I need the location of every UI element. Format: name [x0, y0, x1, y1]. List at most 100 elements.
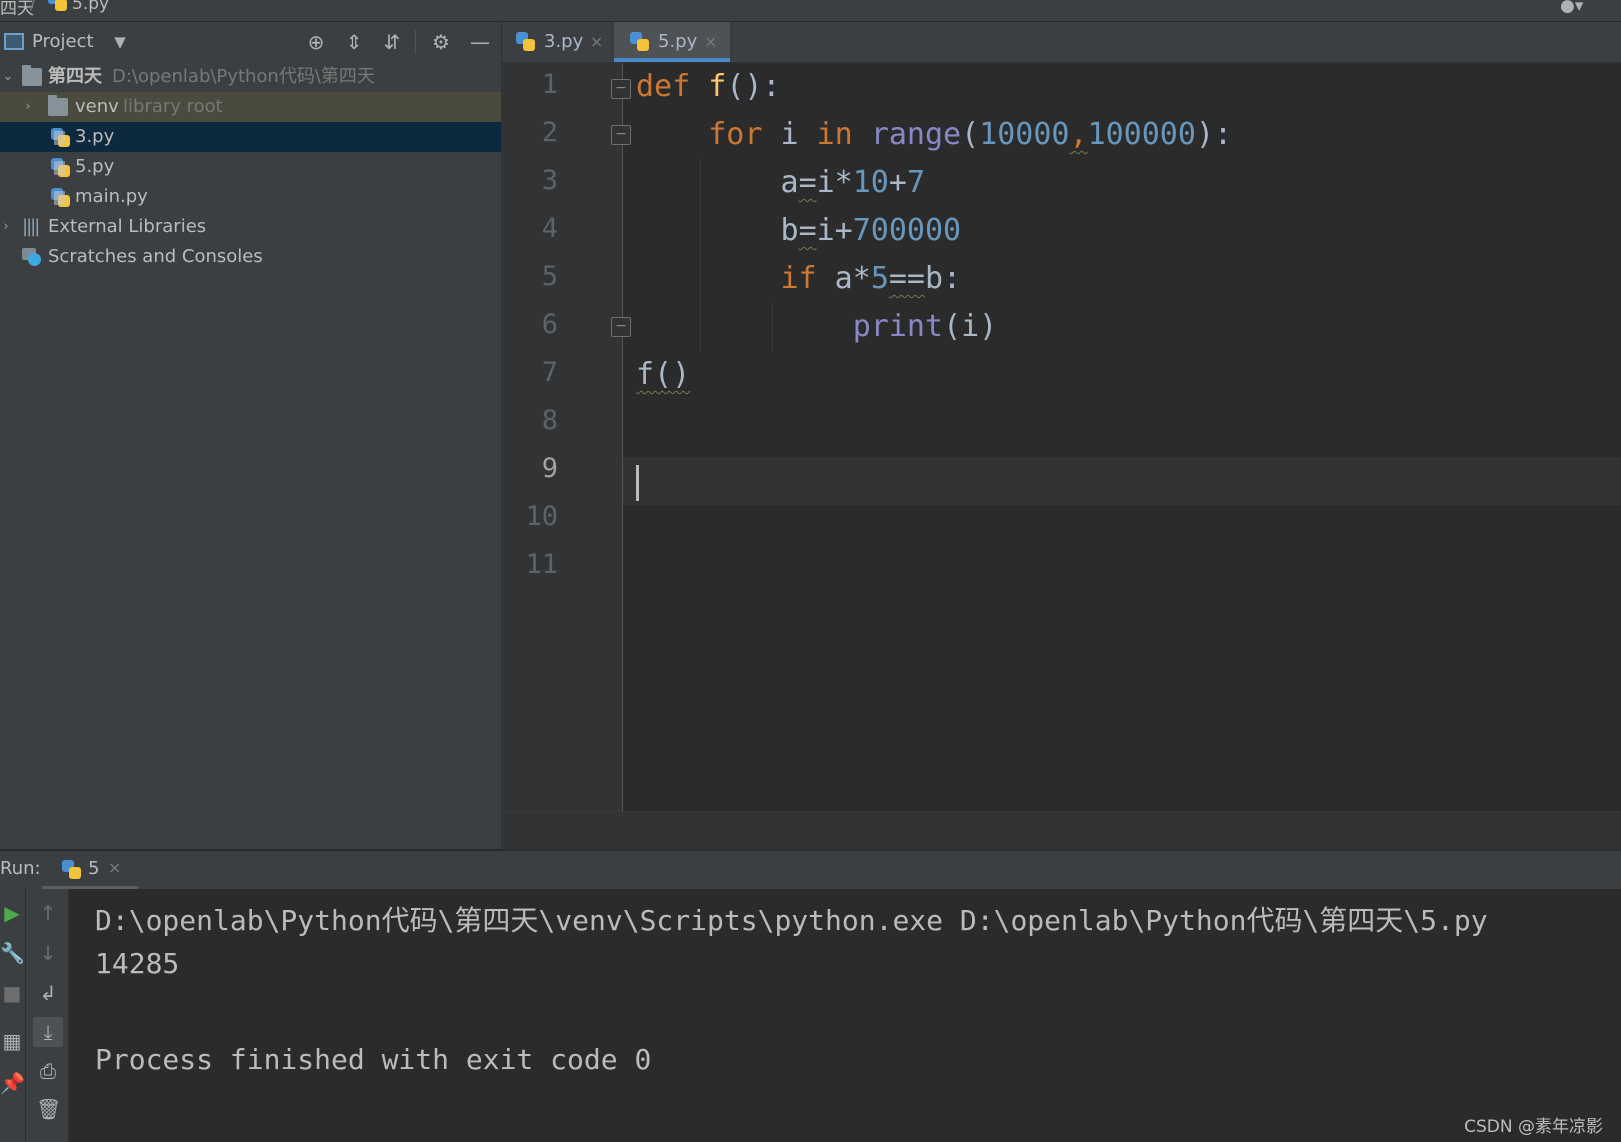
tree-item-scratches[interactable]: Scratches and Consoles — [0, 242, 501, 272]
pin-icon[interactable]: 📌 — [0, 1071, 25, 1095]
chevron-right-icon[interactable]: › — [20, 92, 36, 122]
tree-item-label: 第四天 — [48, 66, 102, 87]
arrow-down-icon[interactable]: ↓ — [36, 941, 60, 965]
chevron-right-icon[interactable]: › — [0, 212, 14, 242]
breadcrumb-file[interactable]: 5.py — [72, 0, 109, 14]
line-number-current: 9 — [541, 453, 558, 484]
tab-label: 5.py — [658, 31, 698, 52]
code-token: f() — [636, 357, 691, 392]
expand-all-icon[interactable]: ⇕ — [342, 30, 366, 54]
python-file-icon — [630, 32, 650, 52]
tab-run-5[interactable]: 5 × — [42, 851, 138, 889]
rerun-icon[interactable]: ▶ — [0, 901, 24, 925]
builtin-token: print — [852, 309, 944, 344]
keyword-token: def — [636, 69, 691, 104]
locate-file-icon[interactable]: ⊕ — [304, 30, 328, 54]
number-token: 5 — [870, 261, 889, 296]
keyword-token: for — [708, 117, 763, 152]
code-token: i* — [816, 165, 853, 200]
tree-item-mainpy[interactable]: main.py — [0, 182, 501, 212]
python-file-icon — [51, 188, 71, 207]
tree-item-label: 3.py — [75, 126, 115, 147]
tab-3py[interactable]: 3.py × — [502, 22, 610, 62]
number-token: 700000 — [852, 213, 962, 248]
tree-item-3py[interactable]: 3.py — [0, 122, 501, 152]
tab-label: 3.py — [544, 31, 584, 52]
code-token: (i) — [943, 309, 998, 344]
hide-panel-icon[interactable]: — — [468, 30, 492, 54]
line-number: 4 — [541, 213, 558, 244]
number-token: 10 — [852, 165, 889, 200]
soft-wrap-icon[interactable]: ↲ — [36, 981, 60, 1005]
python-file-icon — [51, 158, 71, 177]
tree-item-5py[interactable]: 5.py — [0, 152, 501, 182]
line-number: 3 — [541, 165, 558, 196]
editor-tabs: 3.py × 5.py × — [502, 22, 1621, 63]
line-number: 5 — [541, 261, 558, 292]
line-number: 1 — [541, 69, 558, 100]
function-name-token: f — [708, 69, 727, 104]
tree-item-label: External Libraries — [48, 216, 207, 237]
trash-icon[interactable]: 🗑 — [36, 1097, 61, 1121]
python-file-icon — [62, 860, 82, 880]
wrench-icon[interactable]: 🔧 — [0, 941, 25, 965]
collapse-all-icon[interactable]: ⇵ — [380, 30, 404, 54]
console-command-line: D:\openlab\Python代码\第四天\venv\Scripts\pyt… — [95, 904, 1488, 937]
tree-item-label: 5.py — [75, 156, 115, 177]
code-token: a* — [816, 261, 871, 296]
print-icon[interactable]: ⎙ — [36, 1059, 60, 1083]
arrow-up-icon[interactable]: ↑ — [36, 901, 60, 925]
user-icon[interactable]: ●▾ — [1560, 0, 1583, 16]
console-exit-line: Process finished with exit code 0 — [95, 1043, 652, 1076]
run-toolbar-secondary: ↑ ↓ ↲ ⤓ ⎙ 🗑 — [26, 889, 69, 1142]
keyword-token: if — [780, 261, 817, 296]
run-toolbar-primary: ▶ 🔧 ■ ▦ 📌 — [0, 889, 25, 1142]
tree-item-project-root[interactable]: ⌄ 第四天 D:\openlab\Python代码\第四天 — [0, 62, 501, 92]
editor-scroll-area[interactable] — [502, 811, 1621, 850]
tree-item-label: main.py — [75, 186, 148, 207]
line-number: 6 — [541, 309, 558, 340]
line-number: 10 — [525, 501, 558, 532]
fold-icon[interactable]: − — [611, 79, 631, 99]
line-number: 7 — [541, 357, 558, 388]
tree-item-hint: library root — [123, 96, 223, 117]
stop-icon[interactable]: ■ — [0, 981, 24, 1005]
code-editor[interactable]: 1 2 3 4 5 6 7 8 9 10 11 − − − def f(): f… — [502, 63, 1621, 811]
code-line-1: def f(): — [636, 63, 781, 111]
watermark: CSDN @素年凉影 — [1464, 1117, 1603, 1137]
toolbar-divider — [415, 30, 416, 54]
code-token: ( — [961, 117, 980, 152]
scroll-to-end-icon[interactable]: ⤓ — [33, 1017, 63, 1047]
breadcrumb-separator: / — [30, 0, 36, 14]
breadcrumb-folder[interactable]: 四天 — [0, 0, 34, 19]
layout-icon[interactable]: ▦ — [0, 1029, 24, 1053]
chevron-down-icon[interactable]: ⌄ — [0, 62, 16, 92]
tree-item-external-libraries[interactable]: › |||| External Libraries — [0, 212, 501, 242]
gear-icon[interactable]: ⚙ — [429, 30, 453, 54]
code-token: (): — [726, 69, 781, 104]
tree-item-venv[interactable]: › venv library root — [0, 92, 501, 122]
tab-label: 5 — [88, 858, 100, 879]
tab-5py[interactable]: 5.py × — [614, 22, 730, 62]
code-token: = — [798, 213, 817, 248]
code-token: , — [1069, 117, 1088, 152]
line-number: 2 — [541, 117, 558, 148]
project-view-title[interactable]: Project — [32, 31, 94, 52]
code-token: i+ — [816, 213, 853, 248]
scratches-icon — [22, 248, 42, 266]
run-console[interactable]: D:\openlab\Python代码\第四天\venv\Scripts\pyt… — [69, 889, 1621, 1142]
project-view-icon — [4, 33, 24, 50]
fold-icon[interactable]: − — [611, 125, 631, 145]
python-file-icon — [51, 128, 71, 147]
line-number-gutter: 1 2 3 4 5 6 7 8 9 10 11 — [502, 63, 622, 811]
fold-icon[interactable]: − — [611, 317, 631, 337]
navigation-bar: 四天 / 5.py ●▾ — [0, 0, 1621, 22]
close-icon[interactable]: × — [108, 858, 121, 877]
run-tool-window-header: Run: 5 × — [0, 850, 1621, 889]
close-icon[interactable]: × — [590, 22, 603, 62]
tree-item-path: D:\openlab\Python代码\第四天 — [112, 66, 375, 87]
chevron-down-icon[interactable]: ▼ — [108, 30, 132, 54]
library-icon: |||| — [22, 216, 40, 237]
close-icon[interactable]: × — [704, 22, 717, 62]
code-token: = — [798, 165, 817, 200]
